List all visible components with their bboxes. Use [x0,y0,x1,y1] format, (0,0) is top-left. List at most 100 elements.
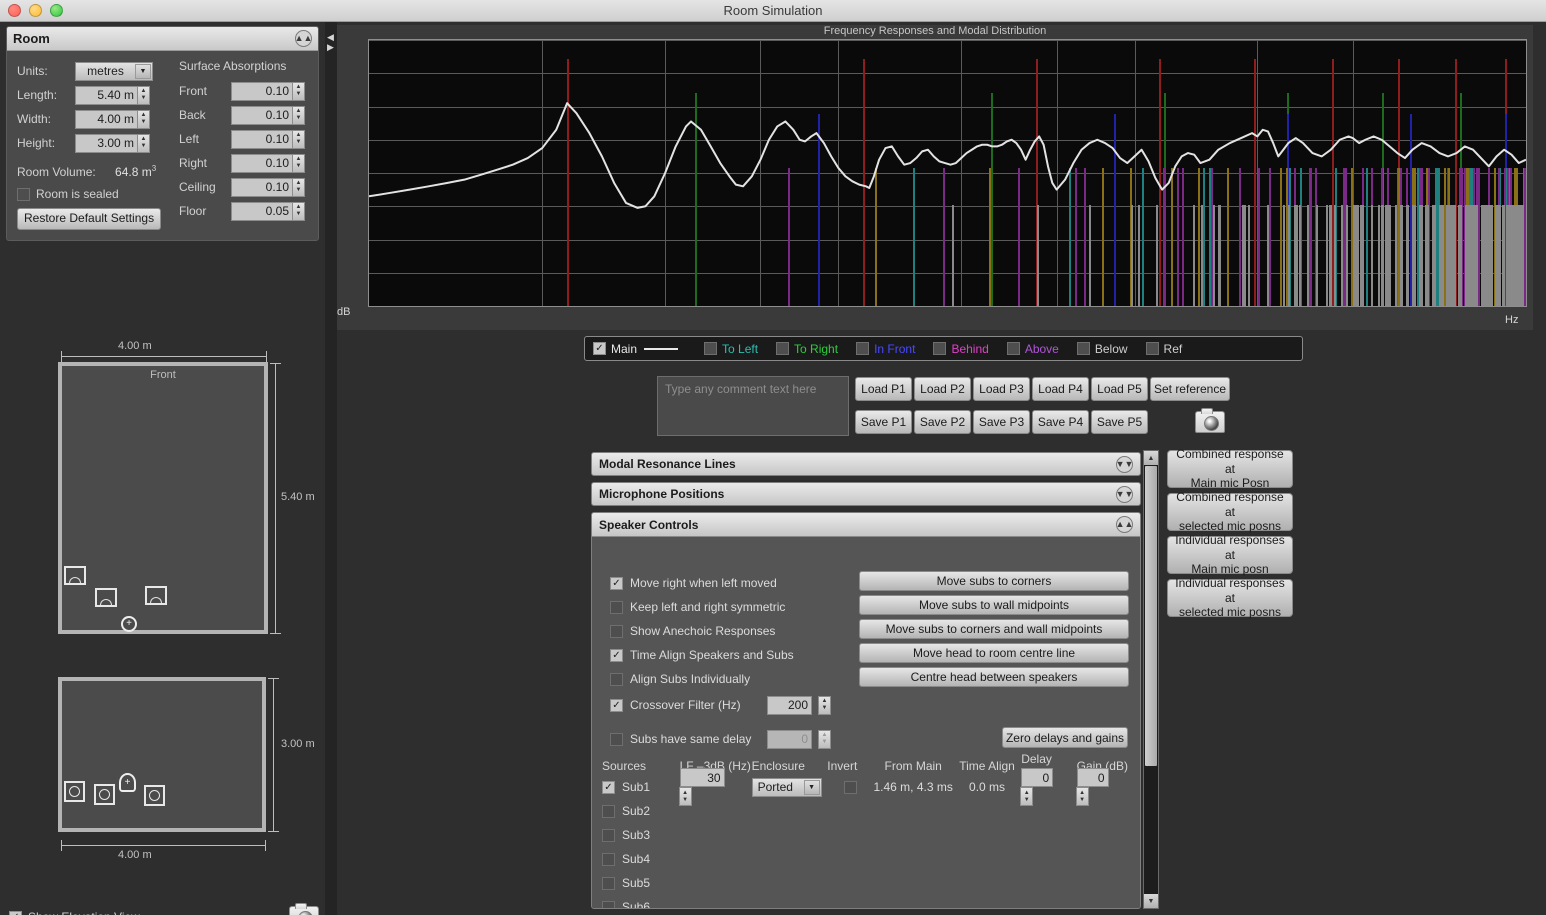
option-checkbox[interactable] [610,672,623,686]
load-preset-1-button[interactable]: Load P1 [855,377,912,401]
elevation-view-diagram[interactable]: + 3.00 m 4.00 m [0,652,325,882]
length-input[interactable]: 5.40 m [75,85,138,105]
scrollbar-thumb[interactable] [1145,466,1157,766]
scroll-down-arrow-icon[interactable]: ▼ [1144,894,1158,908]
speaker-left-plan[interactable] [95,588,117,607]
save-preset-5-button[interactable]: Save P5 [1091,410,1148,434]
maximize-button[interactable] [50,4,63,17]
show-elevation-checkbox[interactable]: ✓ [9,910,22,915]
legend-item-ref[interactable]: Ref [1145,342,1182,356]
scroll-up-arrow-icon[interactable]: ▲ [1144,451,1158,465]
chart-camera-snapshot-icon[interactable] [1195,408,1225,433]
elevation-camera-snapshot-icon[interactable] [289,903,319,915]
height-stepper[interactable]: ▲ ▼ [137,133,150,153]
length-stepper[interactable]: ▲ ▼ [137,85,150,105]
combined-response-main-mic-button[interactable]: Combined response at Main mic Posn [1167,447,1293,490]
chevron-down-icon[interactable]: ▼ [803,779,820,795]
sub1-checkbox[interactable]: ✓ [602,780,615,794]
collapse-chevron-up-icon[interactable]: ▲▲ [1116,516,1133,533]
legend-checkbox[interactable] [933,342,947,355]
load-preset-4-button[interactable]: Load P4 [1032,377,1089,401]
save-preset-2-button[interactable]: Save P2 [914,410,971,434]
sub5-checkbox[interactable] [602,876,615,890]
save-preset-4-button[interactable]: Save P4 [1032,410,1089,434]
option-checkbox[interactable]: ✓ [610,648,623,662]
sub1-delay-stepper[interactable]: ▲ ▼ [1020,787,1034,806]
legend-item-to-left[interactable]: To Left [704,342,758,356]
restore-defaults-button[interactable]: Restore Default Settings [17,208,162,230]
combined-response-selected-mics-button[interactable]: Combined response at selected mic posns [1167,490,1293,533]
option-checkbox[interactable]: ✓ [610,576,623,590]
legend-item-below[interactable]: Below [1076,342,1128,356]
absorption-stepper-floor[interactable]: ▲ ▼ [292,201,305,221]
individual-responses-selected-mics-button[interactable]: Individual responses at selected mic posn… [1167,576,1293,619]
panel-splitter[interactable]: ◀ ▶ [325,22,337,915]
sub3-checkbox[interactable] [602,828,615,842]
absorption-input-left[interactable]: 0.10 [231,129,293,149]
absorption-stepper-back[interactable]: ▲ ▼ [292,105,305,125]
option-checkbox[interactable] [610,600,623,614]
legend-item-to-right[interactable]: To Right [776,342,838,356]
move-subs-to-wall-midpoints-button[interactable]: Move subs to wall midpoints [859,595,1129,615]
expand-chevron-down-icon[interactable]: ▼▼ [1116,455,1133,473]
window-controls[interactable] [8,4,63,17]
sub1-enclosure-select[interactable]: Ported ▼ [751,777,822,797]
option-checkbox[interactable] [610,624,623,638]
speaker-sub1-plan[interactable] [64,566,86,585]
load-preset-3-button[interactable]: Load P3 [973,377,1030,401]
legend-checkbox[interactable]: ✓ [593,342,606,355]
collapse-chevron-up-icon[interactable]: ▲▲ [295,30,312,47]
option-crossover-filter[interactable]: ✓ Crossover Filter (Hz) 200 ▲ ▼ [610,693,940,717]
save-preset-3-button[interactable]: Save P3 [973,410,1030,434]
centre-head-between-speakers-button[interactable]: Centre head between speakers [859,667,1129,687]
close-button[interactable] [8,4,21,17]
height-input[interactable]: 3.00 m [75,133,138,153]
move-subs-to-corners-and-wall-midpoints-button[interactable]: Move subs to corners and wall midpoints [859,619,1129,639]
section-speaker-controls-header[interactable]: Speaker Controls ▲▲ [592,513,1140,537]
expand-chevron-down-icon[interactable]: ▼▼ [1116,485,1133,503]
crossover-stepper[interactable]: ▲ ▼ [818,695,831,715]
save-preset-1-button[interactable]: Save P1 [855,410,912,434]
legend-checkbox[interactable] [856,342,870,355]
option-subs-same-delay[interactable]: Subs have same delay 0 ▲ ▼ [610,727,940,751]
sub6-checkbox[interactable] [602,900,615,908]
legend-item-behind[interactable]: Behind [933,342,989,356]
chart-plot-area[interactable]: 3545556575859510511520304050608010012016… [368,39,1527,307]
sub1-gain-input[interactable]: 0 [1076,768,1109,787]
speaker-right-plan[interactable] [145,586,167,605]
absorption-input-front[interactable]: 0.10 [231,81,293,101]
move-subs-to-corners-button[interactable]: Move subs to corners [859,571,1129,591]
chevron-down-icon[interactable]: ▼ [135,63,151,79]
crossover-input[interactable]: 200 [767,695,812,715]
absorption-input-floor[interactable]: 0.05 [231,201,293,221]
legend-checkbox[interactable] [704,342,718,355]
splitter-arrows-icon[interactable]: ◀ ▶ [327,32,334,52]
legend-item-above[interactable]: Above [1006,342,1059,356]
speaker-sub1-elevation[interactable] [64,781,85,802]
load-preset-2-button[interactable]: Load P2 [914,377,971,401]
listener-head-plan[interactable]: + [121,616,137,632]
same-delay-checkbox[interactable] [610,732,623,746]
individual-responses-main-mic-button[interactable]: Individual responses at Main mic posn [1167,533,1293,576]
legend-item-main[interactable]: ✓ Main [593,342,686,356]
width-input[interactable]: 4.00 m [75,109,138,129]
sub1-invert-checkbox[interactable] [843,780,857,794]
speaker-left-elevation[interactable] [94,784,115,805]
legend-checkbox[interactable] [776,342,790,355]
comment-input[interactable]: Type any comment text here [657,376,849,436]
move-head-to-room-centre-line-button[interactable]: Move head to room centre line [859,643,1129,663]
absorption-input-ceiling[interactable]: 0.10 [231,177,293,197]
legend-checkbox[interactable] [1145,342,1159,355]
sub4-checkbox[interactable] [602,852,615,866]
absorption-input-right[interactable]: 0.10 [231,153,293,173]
legend-checkbox[interactable] [1076,342,1090,355]
section-modal-resonance-lines[interactable]: Modal Resonance Lines ▼▼ [591,452,1141,476]
listener-head-elevation[interactable]: + [119,773,136,792]
table-row[interactable]: Sub6 [602,895,1132,908]
section-microphone-positions[interactable]: Microphone Positions ▼▼ [591,482,1141,506]
sub1-gain-stepper[interactable]: ▲ ▼ [1075,787,1089,806]
set-reference-button[interactable]: Set reference [1150,377,1230,401]
width-stepper[interactable]: ▲ ▼ [137,109,150,129]
minimize-button[interactable] [29,4,42,17]
show-elevation-row[interactable]: ✓ Show Elevation View [9,910,140,915]
